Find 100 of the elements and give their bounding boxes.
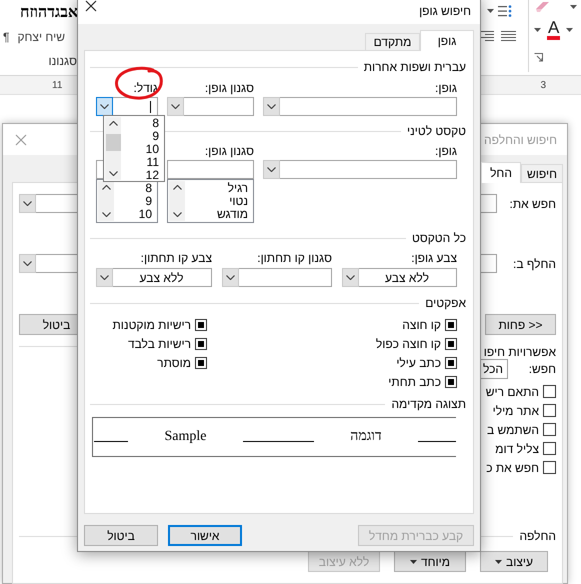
list-item[interactable]: 8 [122,117,159,130]
size-dropdown-list[interactable]: 8 9 10 11 12 [103,115,165,182]
field-label: צבע קו תחתון: [140,251,212,265]
caret-icon[interactable] [487,9,494,13]
chevron-down-icon [23,261,32,266]
less-button[interactable]: << פחות [485,314,556,335]
checkbox[interactable] [445,318,457,330]
list-item[interactable]: רגיל [186,182,248,195]
list-item[interactable]: 9 [122,130,159,143]
cancel-button[interactable]: ביטול [84,525,158,546]
caret-icon[interactable] [534,28,541,32]
preview-text: דוגמה [350,430,382,444]
underline-color-dropdown[interactable]: ללא צבע [96,268,212,287]
chevron-down-icon [171,104,180,109]
scrollbar[interactable] [98,181,114,221]
window-title: חיפוש גופן [419,4,471,18]
ok-button[interactable]: אישור [168,525,242,546]
font-size-dropdown[interactable] [96,97,158,116]
field-label: סגנון גופן: [204,144,254,158]
chevron-down-icon [226,275,235,280]
field-label: סגנון קו תחתון: [256,251,332,265]
format-menu-button[interactable]: עיצוב [480,551,548,572]
chevron-down-icon [267,104,276,109]
font-size-list[interactable]: 8 9 10 [96,179,158,223]
underline-style-dropdown[interactable] [222,268,332,287]
checkbox-label: כתב עילי [396,356,441,370]
section-heading: תצוגה מקדימה [391,397,466,411]
chevron-down-icon [267,167,276,172]
list-item[interactable]: נטוי [186,195,248,208]
caret-icon[interactable] [566,28,574,32]
checkbox[interactable] [543,404,556,417]
font-dropdown[interactable] [263,97,457,116]
field-label: גודל: [132,81,158,95]
field-label: חפש: [528,362,556,376]
chevron-up-icon [172,185,182,190]
tab[interactable]: מתקדם [365,33,420,50]
checkbox[interactable] [195,318,207,330]
font-style-field[interactable] [167,160,254,179]
window-title: חיפוש והחלפה [484,132,557,146]
field-label: חפש את: [508,196,556,210]
checkbox[interactable] [195,338,207,350]
checkbox-label: התאם ריש [486,384,539,398]
checkbox-label: מוסתר [157,356,191,370]
tab[interactable]: החל [481,162,521,183]
chevron-down-icon [108,171,118,176]
field-label: גופן: [434,81,457,95]
bullet-list-icon[interactable] [498,4,512,18]
checkbox[interactable] [445,356,457,368]
checkbox-label: קו חוצה כפול [376,336,441,350]
checkbox[interactable] [543,442,556,455]
checkbox-label: קו חוצה [402,318,441,332]
checkbox[interactable] [445,338,457,350]
checkbox-label: כתב תחתי [388,374,441,388]
list-item[interactable]: 10 [122,143,159,156]
list-item[interactable]: 8 [115,182,152,195]
list-item[interactable]: 9 [115,195,152,208]
list-item[interactable]: 12 [122,169,159,182]
format-menu-button[interactable]: מיוחד [394,551,466,572]
checkbox[interactable] [543,461,556,474]
checkbox-label: צליל דומ [495,442,539,456]
ruler-number: 11 [52,80,62,90]
style-name[interactable]: שיח יצחק [17,30,65,44]
checkbox-label: אתר מילי [492,404,539,418]
tab[interactable]: גופן [420,30,474,51]
style-preview-text: אבגדהוזח [20,4,78,22]
field-label: גופן: [434,144,457,158]
chevron-up-icon [102,185,110,190]
checkbox[interactable] [543,423,556,436]
chevron-down-icon [100,275,109,280]
scrollbar[interactable] [105,117,121,180]
dialog-launcher-icon[interactable] [534,52,543,62]
section-heading: אפשרויות חיפו [484,345,556,359]
list-item[interactable]: מודגש [186,208,248,221]
preview-text: Sample [164,430,206,444]
list-item[interactable]: 11 [122,156,159,169]
align-right-icon[interactable] [481,30,494,42]
paragraph-mark[interactable]: ¶ [3,30,10,44]
tab[interactable]: חיפוש [521,164,563,182]
group-label: סגנונו [48,54,77,68]
font-style-list[interactable]: רגיל נטוי מודגש [167,179,254,223]
font-color-button[interactable]: A [547,20,560,40]
font-color-dropdown[interactable]: ללא צבע [342,268,457,287]
checkbox-label: רישיות מוקטנות [112,318,191,332]
checkbox[interactable] [195,356,207,368]
close-icon[interactable] [85,0,97,12]
checkbox[interactable] [445,376,457,388]
checkbox-label: רישיות בלבד [128,336,191,350]
font-style-dropdown[interactable] [167,97,254,116]
font-dropdown[interactable] [263,160,457,179]
ruler-number: 3 [540,80,546,90]
section-heading: כל הטקסט [412,231,466,245]
caret-icon [410,560,417,564]
chevron-down-icon [100,104,109,109]
caret-icon[interactable] [570,5,577,9]
align-justify-icon[interactable] [501,30,516,42]
checkbox[interactable] [543,385,556,398]
section-heading: אפקטים [425,296,466,310]
field-label: סגנון גופן: [204,81,254,95]
scrollbar[interactable] [169,181,185,221]
list-item[interactable]: 10 [115,208,152,221]
